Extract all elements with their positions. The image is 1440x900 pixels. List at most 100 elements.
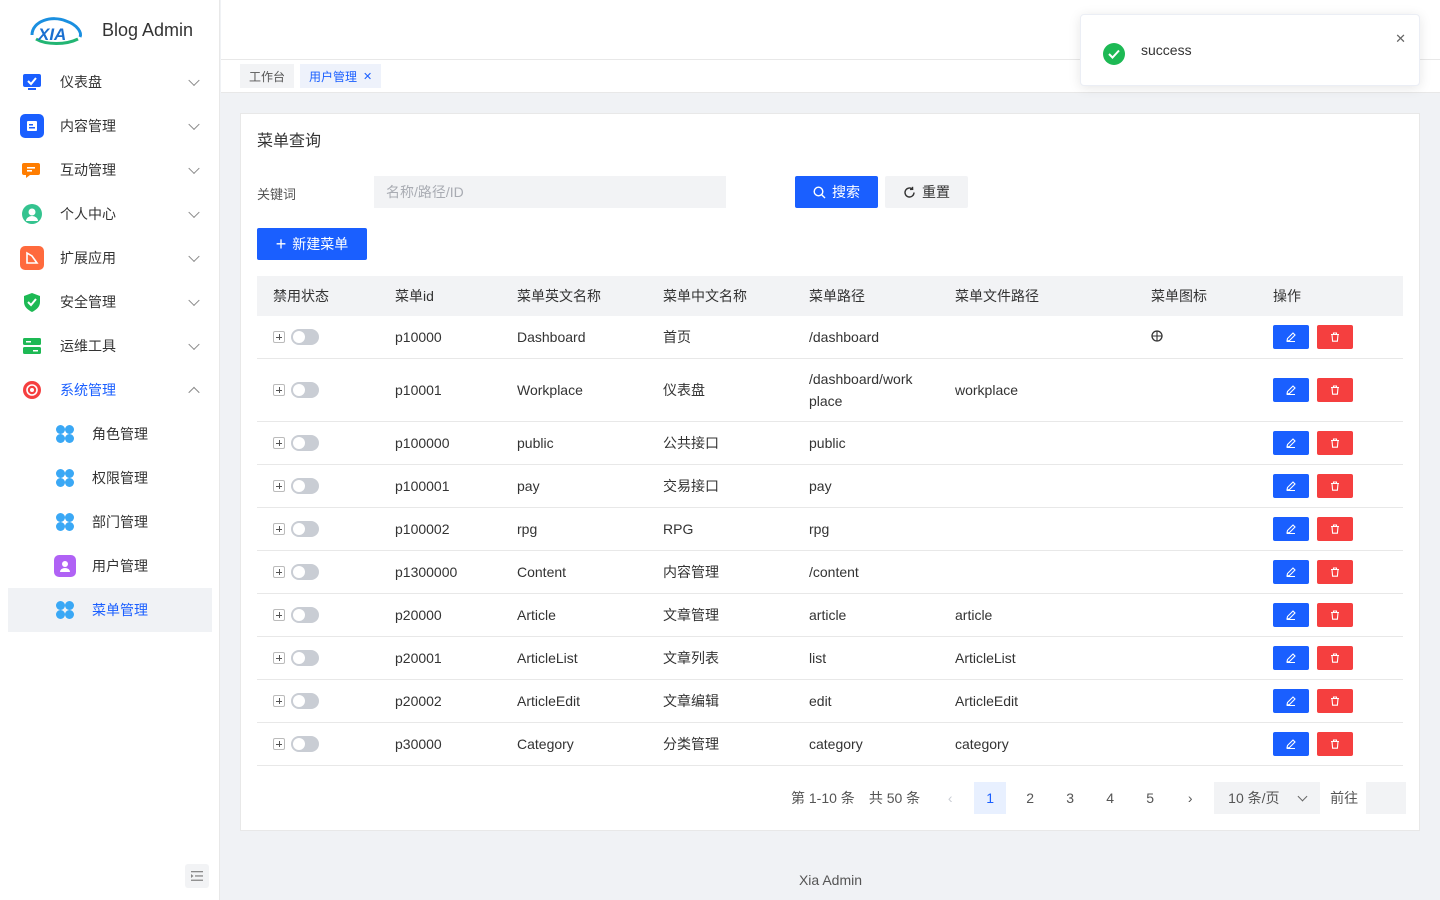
edit-button[interactable] (1273, 560, 1309, 584)
expand-icon[interactable] (273, 384, 285, 396)
tab-user-management[interactable]: 用户管理 ✕ (300, 64, 382, 88)
sidebar-subitem-permissions[interactable]: 权限管理 (8, 456, 212, 500)
sidebar-item-profile[interactable]: 个人中心 (8, 192, 212, 236)
search-button[interactable]: 搜索 (795, 176, 878, 208)
sidebar-item-dashboard[interactable]: 仪表盘 (8, 60, 212, 104)
disable-toggle[interactable] (291, 607, 319, 623)
expand-icon[interactable] (273, 695, 285, 707)
page-button[interactable]: 5 (1134, 782, 1166, 814)
expand-icon[interactable] (273, 331, 285, 343)
expand-icon[interactable] (273, 480, 285, 492)
sidebar-item-interaction[interactable]: 互动管理 (8, 148, 212, 192)
sidebar-item-ops-tools[interactable]: 运维工具 (8, 324, 212, 368)
logo[interactable]: XIA (26, 13, 86, 47)
menu-path: list (809, 650, 827, 666)
delete-button[interactable] (1317, 732, 1353, 756)
disable-toggle[interactable] (291, 478, 319, 494)
delete-button[interactable] (1317, 603, 1353, 627)
menu-en-name: Dashboard (517, 329, 586, 345)
goto-page-input[interactable] (1366, 782, 1407, 814)
expand-icon[interactable] (273, 566, 285, 578)
delete-button[interactable] (1317, 689, 1353, 713)
delete-button[interactable] (1317, 646, 1353, 670)
page-button[interactable]: 1 (974, 782, 1007, 814)
tab-workbench[interactable]: 工作台 (240, 64, 295, 88)
disable-toggle[interactable] (291, 521, 319, 537)
sidebar-item-label: 运维工具 (60, 338, 116, 354)
sidebar-item-extensions[interactable]: 扩展应用 (8, 236, 212, 280)
sidebar: XIA Blog Admin 仪表盘 内容管理 互动管理 个人中心 扩展应用 安… (0, 0, 220, 900)
flower-icon (54, 599, 76, 621)
sidebar-subitem-label: 用户管理 (92, 558, 148, 574)
menu-en-name: Workplace (517, 382, 583, 398)
expand-icon[interactable] (273, 738, 285, 750)
menu-path: rpg (809, 521, 830, 537)
next-page-button[interactable]: › (1174, 782, 1206, 814)
disable-toggle[interactable] (291, 329, 319, 345)
status-cell (257, 736, 379, 752)
table-row: p1300000 Content 内容管理 /content (257, 551, 1403, 594)
disable-toggle[interactable] (291, 693, 319, 709)
menu-zh-name: 文章编辑 (663, 693, 719, 709)
edit-button[interactable] (1273, 325, 1309, 349)
expand-icon[interactable] (273, 652, 285, 664)
disable-toggle[interactable] (291, 564, 319, 580)
reset-button[interactable]: 重置 (885, 176, 968, 208)
menu-path: article (809, 607, 847, 623)
edit-button[interactable] (1273, 474, 1309, 498)
sidebar-subitem-departments[interactable]: 部门管理 (8, 500, 212, 544)
edit-icon (1286, 567, 1296, 577)
keyword-input[interactable] (374, 176, 726, 208)
edit-button[interactable] (1273, 431, 1309, 455)
collapse-sidebar-button[interactable] (185, 864, 209, 888)
edit-button[interactable] (1273, 689, 1309, 713)
sidebar-subitem-roles[interactable]: 角色管理 (8, 412, 212, 456)
close-icon[interactable]: ✕ (363, 70, 372, 83)
edit-icon (1286, 524, 1296, 534)
delete-button[interactable] (1317, 378, 1353, 402)
expand-icon[interactable] (273, 523, 285, 535)
shield-icon (20, 290, 44, 314)
sidebar-item-content[interactable]: 内容管理 (8, 104, 212, 148)
disable-toggle[interactable] (291, 650, 319, 666)
status-cell (257, 478, 379, 494)
menu-zh-name: 分类管理 (663, 736, 719, 752)
page-size-select[interactable]: 10 条/页 (1214, 782, 1321, 814)
tab-label: 用户管理 (309, 69, 358, 84)
sidebar-subitem-users[interactable]: 用户管理 (8, 544, 212, 588)
sidebar-subitem-menus[interactable]: 菜单管理 (8, 588, 212, 632)
delete-button[interactable] (1317, 560, 1353, 584)
sidebar-item-security[interactable]: 安全管理 (8, 280, 212, 324)
edit-button[interactable] (1273, 732, 1309, 756)
delete-button[interactable] (1317, 431, 1353, 455)
page-button[interactable]: 4 (1094, 782, 1126, 814)
menu-en-name: Category (517, 736, 574, 752)
delete-button[interactable] (1317, 325, 1353, 349)
menu-zh-name: 文章管理 (663, 607, 719, 623)
delete-button[interactable] (1317, 474, 1353, 498)
edit-button[interactable] (1273, 646, 1309, 670)
goto-label: 前往 (1330, 790, 1359, 806)
expand-icon[interactable] (273, 609, 285, 621)
disable-toggle[interactable] (291, 382, 319, 398)
trash-icon (1331, 739, 1339, 749)
expand-icon[interactable] (273, 437, 285, 449)
edit-button[interactable] (1273, 603, 1309, 627)
disable-toggle[interactable] (291, 736, 319, 752)
menu-file-path: article (955, 607, 993, 623)
disable-toggle[interactable] (291, 435, 319, 451)
column-header: 菜单英文名称 (517, 288, 601, 304)
table-row: p30000 Category 分类管理 category category (257, 723, 1403, 766)
page-button[interactable]: 2 (1014, 782, 1046, 814)
sidebar-item-system[interactable]: 系统管理 (8, 368, 212, 412)
menu-en-name: Article (517, 607, 556, 623)
edit-button[interactable] (1273, 517, 1309, 541)
edit-button[interactable] (1273, 378, 1309, 402)
prev-page-button[interactable]: ‹ (934, 782, 966, 814)
trash-icon (1331, 610, 1339, 620)
new-menu-button[interactable]: + 新建菜单 (257, 228, 367, 260)
trash-icon (1331, 332, 1339, 342)
close-icon[interactable]: ✕ (1395, 31, 1406, 47)
page-button[interactable]: 3 (1054, 782, 1086, 814)
delete-button[interactable] (1317, 517, 1353, 541)
